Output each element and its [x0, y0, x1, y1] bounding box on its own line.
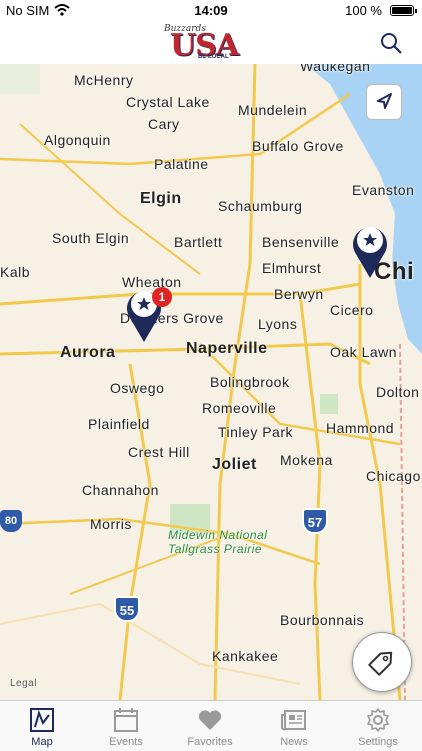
tab-settings[interactable]: Settings — [336, 701, 420, 751]
map-label-algonquin: Algonquin — [44, 132, 111, 148]
tab-news-label: News — [280, 736, 308, 748]
location-arrow-icon — [377, 93, 392, 109]
map-label-romeoville: Romeoville — [202, 400, 277, 416]
battery-icon — [390, 5, 417, 16]
map-legal-link[interactable]: Legal — [10, 678, 37, 689]
map-label-chicago-heights: Chicago — [366, 468, 421, 484]
app-logo: USA Buzzards BE LOCAL — [164, 24, 258, 63]
gear-icon — [367, 708, 389, 732]
calendar-icon — [114, 708, 138, 732]
map-label-channahon: Channahon — [82, 482, 159, 498]
map-label-waukegan: Waukegan — [300, 64, 371, 74]
map-pin-chicago[interactable] — [350, 220, 390, 280]
shield-80: 80 — [0, 510, 22, 532]
tab-events[interactable]: Events — [84, 701, 168, 751]
locate-me-button[interactable] — [366, 84, 402, 120]
map-label-tinley-park: Tinley Park — [218, 424, 294, 440]
map-label-mokena: Mokena — [280, 452, 333, 468]
map-label-evanston: Evanston — [352, 182, 415, 198]
heart-icon — [198, 710, 222, 730]
logo-subtitle: Buzzards — [164, 24, 206, 34]
map-label-lyons: Lyons — [258, 316, 298, 332]
price-tag-icon — [368, 651, 393, 676]
map-label-naperville: Naperville — [186, 340, 268, 357]
map-label-elgin: Elgin — [140, 190, 182, 207]
map-label-bolingbrook: Bolingbrook — [210, 374, 290, 390]
map-label-cicero: Cicero — [330, 302, 374, 318]
tab-news[interactable]: News — [252, 701, 336, 751]
map-label-dolton: Dolton — [376, 384, 420, 400]
map-label-plainfield: Plainfield — [88, 416, 150, 432]
map-label-oak-lawn: Oak Lawn — [330, 344, 398, 360]
map-label-bourbonnais: Bourbonnais — [280, 612, 365, 628]
map-label-elmhurst: Elmhurst — [262, 260, 322, 276]
map-label-bensenville: Bensenville — [262, 234, 340, 250]
status-bar: No SIM 14:09 100 % — [0, 0, 422, 22]
map-label-kalb: Kalb — [0, 264, 31, 280]
pin-badge: 1 — [152, 287, 172, 307]
newspaper-icon — [281, 710, 306, 731]
search-icon[interactable] — [378, 30, 404, 56]
map-label-schaumburg: Schaumburg — [218, 198, 303, 214]
map-label-bartlett: Bartlett — [174, 234, 223, 250]
tab-settings-label: Settings — [358, 736, 398, 748]
shield-55-label: 55 — [119, 603, 135, 618]
shield-57-label: 57 — [307, 515, 323, 530]
map-label-berwyn: Berwyn — [274, 286, 324, 302]
shield-55: 55 — [114, 596, 140, 622]
map-label-mundelein: Mundelein — [238, 102, 308, 118]
tab-favorites[interactable]: Favorites — [168, 701, 252, 751]
map-label-crystal-lake: Crystal Lake — [126, 94, 210, 110]
map-icon — [30, 708, 54, 732]
map-view[interactable]: McHenry Crystal Lake Cary Algonquin Mund… — [0, 64, 422, 700]
map-label-morris: Morris — [90, 516, 132, 532]
shield-57: 57 — [302, 508, 328, 534]
map-label-mchenry: McHenry — [74, 72, 134, 88]
tab-favorites-label: Favorites — [187, 736, 233, 748]
map-label-cary: Cary — [148, 116, 180, 132]
map-label-midewin-1: Midewin National — [168, 528, 268, 542]
deals-tag-button[interactable] — [352, 632, 412, 692]
map-label-hammond: Hammond — [326, 420, 395, 436]
map-label-joliet: Joliet — [212, 456, 257, 473]
map-label-buffalo-grove: Buffalo Grove — [252, 138, 344, 154]
tab-bar: Map Events Favorites News Settings — [0, 700, 422, 751]
map-label-midewin-2: Tallgrass Prairie — [168, 542, 263, 556]
tab-map-label: Map — [31, 736, 53, 748]
nav-header: USA Buzzards BE LOCAL — [0, 22, 422, 65]
map-label-palatine: Palatine — [154, 156, 209, 172]
tab-events-label: Events — [109, 736, 143, 748]
map-label-crest-hill: Crest Hill — [128, 444, 190, 460]
battery-text: 100 % — [345, 3, 382, 18]
logo-tag: BE LOCAL — [198, 54, 229, 60]
map-label-oswego: Oswego — [110, 380, 165, 396]
map-label-aurora: Aurora — [60, 344, 116, 361]
map-label-south-elgin: South Elgin — [52, 230, 130, 246]
tab-map[interactable]: Map — [0, 701, 84, 751]
map-label-kankakee: Kankakee — [212, 648, 279, 664]
shield-80-label: 80 — [4, 515, 18, 527]
